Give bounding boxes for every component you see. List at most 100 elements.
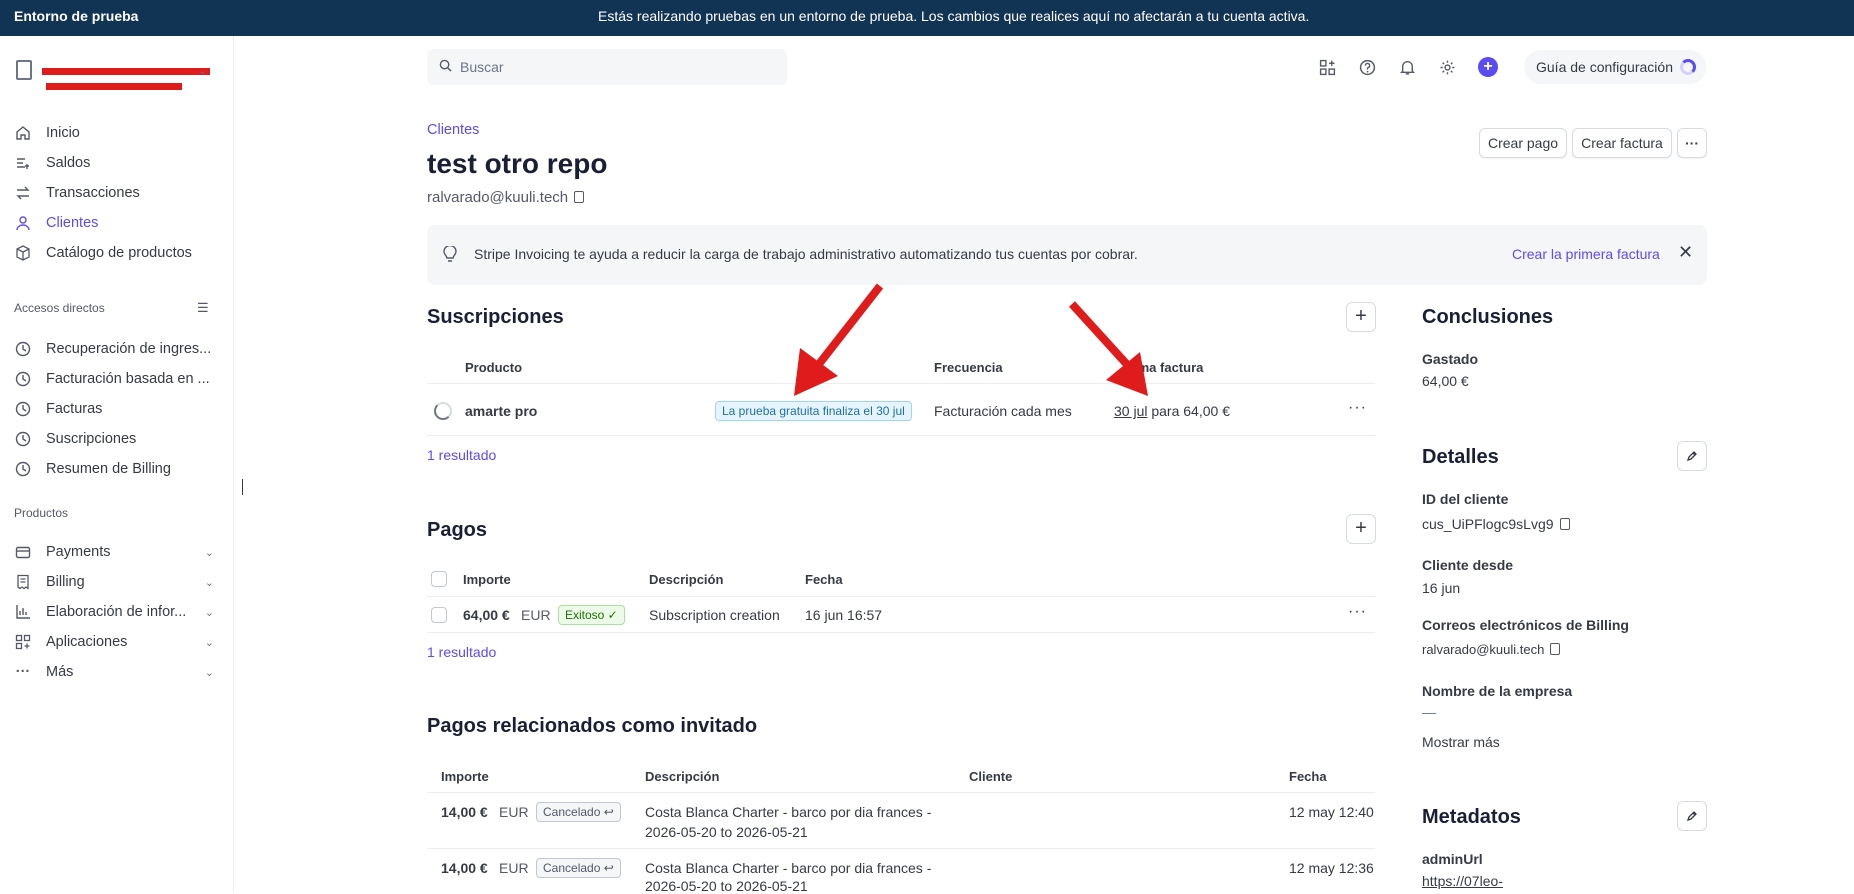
setup-guide-button[interactable]: Guía de configuración	[1524, 50, 1706, 84]
sidebar-item-reporting[interactable]: Elaboración de infor... ⌄	[14, 599, 220, 625]
more-options-button[interactable]: ···	[1677, 128, 1707, 158]
banner-message: Estás realizando pruebas en un entorno d…	[598, 8, 1310, 24]
clock-icon	[14, 340, 32, 358]
row-checkbox[interactable]	[431, 607, 447, 623]
sidebar-item-transacciones[interactable]: Transacciones	[14, 180, 220, 206]
chevron-down-icon: ⌄	[204, 636, 214, 649]
copy-icon[interactable]	[1559, 518, 1570, 530]
guest-payment-currency: EUR	[499, 804, 529, 820]
transactions-icon	[14, 184, 32, 202]
search-placeholder: Buscar	[460, 59, 504, 75]
divider	[427, 792, 1375, 793]
sidebar-item-apps[interactable]: Aplicaciones ⌄	[14, 629, 220, 655]
test-mode-banner: Entorno de prueba Estás realizando prueb…	[0, 0, 1854, 36]
row-more-icon[interactable]: ···	[1348, 603, 1367, 621]
row-more-icon[interactable]: ···	[1348, 399, 1367, 417]
customer-since-value: 16 jun	[1422, 580, 1461, 596]
apps-grid-icon[interactable]	[1316, 56, 1338, 78]
balances-icon	[14, 154, 32, 172]
close-icon[interactable]: ✕	[1678, 242, 1693, 263]
clock-icon	[14, 460, 32, 478]
edit-details-button[interactable]	[1677, 441, 1707, 471]
shortcut-item[interactable]: Resumen de Billing	[14, 456, 220, 482]
col-header-date: Fecha	[805, 572, 843, 587]
col-header-product: Producto	[465, 360, 523, 375]
customers-icon	[14, 214, 32, 232]
chevron-down-icon: ⌄	[204, 666, 214, 679]
edit-metadata-button[interactable]	[1677, 801, 1707, 831]
copy-icon[interactable]	[574, 191, 585, 203]
sidebar-item-more[interactable]: ··· Más ⌄	[14, 659, 220, 685]
guest-payment-description-2: 2026-05-20 to 2026-05-21	[645, 824, 808, 840]
sidebar-item-catalogo[interactable]: Catálogo de productos	[14, 240, 220, 266]
page-title: test otro repo	[427, 148, 608, 179]
gear-icon[interactable]	[1436, 56, 1458, 78]
sidebar-item-clientes[interactable]: Clientes	[14, 210, 220, 236]
next-invoice-date[interactable]: 30 jul	[1114, 403, 1147, 419]
create-invoice-button[interactable]: Crear factura	[1572, 128, 1672, 158]
sidebar-item-label: Facturación basada en ...	[46, 371, 210, 387]
subscription-status-icon	[434, 402, 452, 420]
divider	[427, 596, 1375, 597]
clock-icon	[14, 430, 32, 448]
search-input[interactable]: Buscar	[427, 49, 787, 85]
sidebar-item-payments[interactable]: Payments ⌄	[14, 539, 220, 565]
sidebar-item-label: Facturas	[46, 401, 103, 417]
subscriptions-results[interactable]: 1 resultado	[427, 447, 496, 463]
create-first-invoice-link[interactable]: Crear la primera factura	[1512, 246, 1660, 262]
add-subscription-button[interactable]: +	[1346, 302, 1376, 332]
metadata-key: adminUrl	[1422, 851, 1483, 867]
col-header-amount: Importe	[463, 572, 511, 587]
payments-results[interactable]: 1 resultado	[427, 644, 496, 660]
shortcut-item[interactable]: Suscripciones	[14, 426, 220, 452]
create-plus-icon[interactable]: +	[1478, 57, 1498, 77]
sidebar-item-inicio[interactable]: Inicio	[14, 120, 220, 146]
col-header-frequency: Frecuencia	[934, 360, 1003, 375]
shortcut-item[interactable]: Facturación basada en ...	[14, 366, 220, 392]
sidebar-item-label: Payments	[46, 544, 111, 560]
metadata-value-link[interactable]: https://07leo-	[1422, 873, 1503, 889]
list-icon[interactable]: ☰	[197, 300, 209, 316]
sidebar-item-label: Elaboración de infor...	[46, 604, 187, 620]
add-payment-button[interactable]: +	[1346, 514, 1376, 544]
shortcut-item[interactable]: Recuperación de ingres...	[14, 336, 220, 362]
sidebar-item-label: Transacciones	[46, 185, 140, 201]
show-more-link[interactable]: Mostrar más	[1422, 734, 1500, 750]
sidebar-item-label: Clientes	[46, 215, 99, 231]
payment-amount: 64,00 €	[463, 607, 510, 623]
conclusions-title: Conclusiones	[1422, 306, 1554, 328]
sidebar-item-label: Más	[46, 664, 74, 680]
customer-email: ralvarado@kuuli.tech	[427, 189, 585, 206]
subscription-product[interactable]: amarte pro	[465, 403, 537, 419]
customer-id-value: cus_UiPFlogc9sLvg9	[1422, 516, 1570, 532]
help-icon[interactable]	[1356, 56, 1378, 78]
redacted-account-name-2	[46, 83, 182, 90]
sidebar-item-label: Aplicaciones	[46, 634, 128, 650]
sidebar-item-label: Catálogo de productos	[46, 245, 192, 261]
col-header-customer: Cliente	[969, 769, 1013, 784]
pencil-icon	[1686, 451, 1697, 462]
bell-icon[interactable]	[1396, 56, 1418, 78]
col-header-description: Descripción	[645, 769, 720, 784]
billing-icon	[14, 573, 32, 591]
sidebar-item-label: Saldos	[46, 155, 91, 171]
pencil-icon	[1686, 811, 1697, 822]
account-switcher[interactable]: ⌄	[14, 54, 214, 90]
guest-payment-date: 12 may 12:40	[1289, 804, 1374, 820]
subscription-frequency: Facturación cada mes	[934, 403, 1072, 419]
breadcrumb[interactable]: Clientes	[427, 122, 479, 138]
payment-date: 16 jun 16:57	[805, 607, 883, 623]
divider	[427, 632, 1375, 633]
copy-icon[interactable]	[1550, 643, 1561, 655]
select-all-checkbox[interactable]	[431, 571, 447, 587]
chevron-down-icon: ⌄	[198, 65, 208, 77]
sidebar-item-label: Billing	[46, 574, 85, 590]
payments-title: Pagos	[427, 519, 488, 541]
guest-payment-description: Costa Blanca Charter - barco por dia fra…	[645, 860, 932, 876]
sidebar-item-billing[interactable]: Billing ⌄	[14, 569, 220, 595]
shortcut-item[interactable]: Facturas	[14, 396, 220, 422]
divider	[427, 848, 1375, 849]
sidebar-item-saldos[interactable]: Saldos	[14, 150, 220, 176]
next-invoice-amount: para 64,00 €	[1151, 403, 1230, 419]
create-payment-button[interactable]: Crear pago	[1479, 128, 1567, 158]
